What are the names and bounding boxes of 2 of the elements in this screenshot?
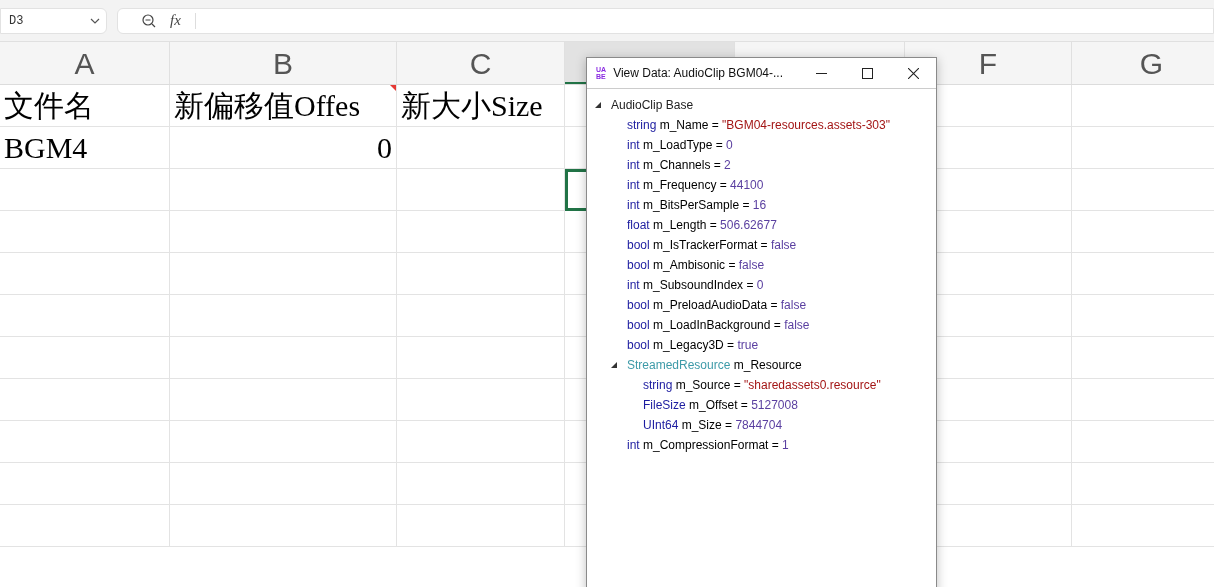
window-title: View Data: AudioClip BGM04-... [613, 65, 783, 82]
cell-reference: D3 [9, 12, 24, 30]
